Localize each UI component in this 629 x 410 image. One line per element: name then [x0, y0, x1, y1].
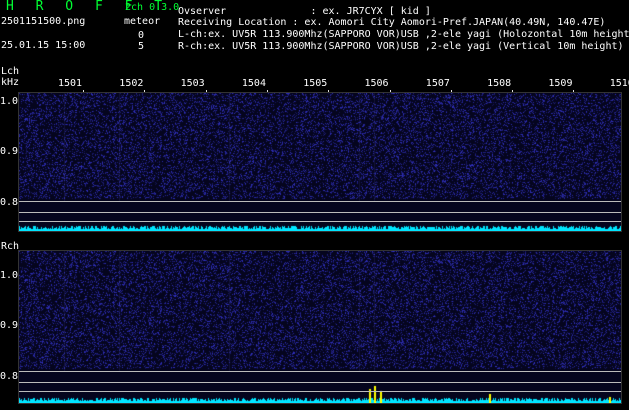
rch-spectrogram: [18, 250, 622, 404]
rch-tick-1: 1.0: [0, 270, 19, 281]
meteor-count-l: 0: [138, 30, 145, 41]
lch-unit: kHz: [1, 77, 20, 88]
time-tick-1508: 1508: [487, 78, 512, 89]
version-label: 2ch 0.3.0: [125, 2, 180, 13]
lch-label: Lch: [1, 66, 20, 77]
version-block: 2ch 0.3.0: [125, 2, 179, 13]
time-tick-1504: 1504: [241, 78, 266, 89]
lch-ref-line-2: [19, 212, 621, 213]
lch-tick-1: 1.0: [0, 96, 19, 107]
time-tick-1503: 1503: [180, 78, 205, 89]
rch-line: R-ch:ex. UV5R 113.900Mhz(SAPPORO VOR)USB…: [178, 41, 624, 52]
time-tick-1501: 1501: [58, 78, 83, 89]
rch-tick-2: 0.9: [0, 320, 19, 331]
time-tick-1506: 1506: [364, 78, 389, 89]
time-tick-1509: 1509: [548, 78, 573, 89]
lch-ref-line-3: [19, 221, 621, 222]
time-tick-1502: 1502: [119, 78, 144, 89]
lch-tick-2: 0.9: [0, 146, 19, 157]
observer-line: Ovserver : ex. JR7CYX [ kid ]: [178, 6, 431, 17]
lch-ref-line-1: [19, 201, 621, 202]
lch-spectrogram: [18, 92, 622, 232]
meteor-label: meteor: [124, 16, 161, 27]
meteor-count-r: 5: [138, 41, 145, 52]
rch-tick-3: 0.8: [0, 371, 19, 382]
location-line: Receiving Location : ex. Aomori City Aom…: [178, 17, 606, 28]
rch-label: Rch: [1, 241, 20, 252]
time-tick-1510: 1510: [609, 78, 629, 89]
rch-ref-line-1: [19, 371, 621, 372]
lch-tick-3: 0.8: [0, 197, 19, 208]
datetime: 25.01.15 15:00: [1, 40, 86, 51]
rch-ref-line-2: [19, 382, 621, 383]
time-tick-1505: 1505: [303, 78, 328, 89]
file-name: 2501151500.png: [1, 16, 86, 27]
time-tick-1507: 1507: [425, 78, 450, 89]
rch-canvas: [19, 251, 621, 403]
lch-line: L-ch:ex. UV5R 113.900Mhz(SAPPORO VOR)USB…: [178, 29, 629, 40]
lch-canvas: [19, 93, 621, 231]
rch-ref-line-3: [19, 391, 621, 392]
